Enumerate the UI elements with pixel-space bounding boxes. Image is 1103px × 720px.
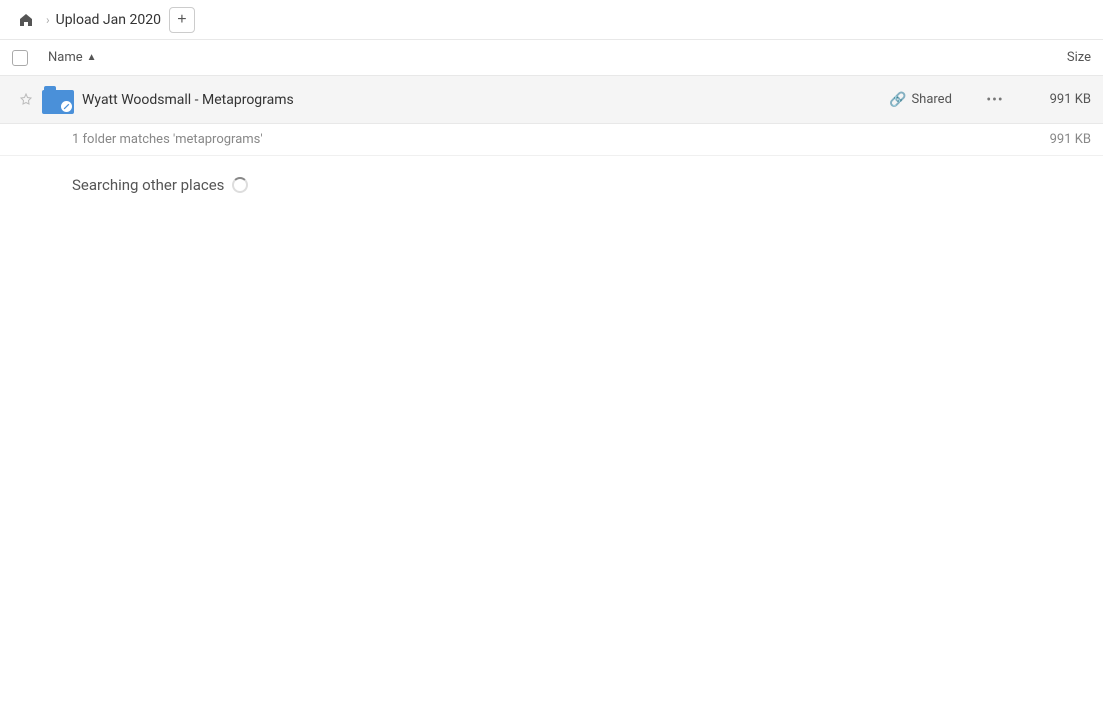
header-checkbox-col <box>12 50 48 66</box>
shared-label: Shared <box>911 92 951 107</box>
link-icon: 🔗 <box>889 92 906 108</box>
add-button[interactable]: + <box>169 7 195 33</box>
name-column-header[interactable]: Name ▲ <box>48 50 1011 65</box>
file-list-item[interactable]: Wyatt Woodsmall - Metaprograms 🔗 Shared … <box>0 76 1103 124</box>
file-name: Wyatt Woodsmall - Metaprograms <box>76 92 889 108</box>
searching-text: Searching other places <box>72 176 224 194</box>
home-icon <box>18 12 34 28</box>
pen-icon <box>63 103 70 110</box>
summary-text: 1 folder matches 'metaprograms' <box>72 132 1011 147</box>
star-icon <box>19 93 33 107</box>
home-button[interactable] <box>12 6 40 34</box>
more-options-button[interactable]: ••• <box>979 92 1011 108</box>
summary-size: 991 KB <box>1011 132 1091 147</box>
folder-icon-wrapper <box>42 86 74 114</box>
file-icon-col <box>40 86 76 114</box>
loading-spinner <box>232 177 248 193</box>
more-icon: ••• <box>986 92 1003 108</box>
star-button[interactable] <box>12 93 40 107</box>
name-column-label: Name <box>48 50 83 65</box>
pen-overlay <box>61 101 72 112</box>
sort-arrow-icon: ▲ <box>87 52 97 63</box>
size-column-header[interactable]: Size <box>1011 50 1091 65</box>
select-all-checkbox[interactable] <box>12 50 28 66</box>
shared-status: 🔗 Shared <box>889 92 979 108</box>
summary-row: 1 folder matches 'metaprograms' 991 KB <box>0 124 1103 156</box>
breadcrumb-separator: › <box>46 13 50 27</box>
searching-row: Searching other places <box>0 156 1103 214</box>
breadcrumb-bar: › Upload Jan 2020 + <box>0 0 1103 40</box>
file-size: 991 KB <box>1011 92 1091 107</box>
folder-body <box>42 90 74 114</box>
breadcrumb-title: Upload Jan 2020 <box>56 12 161 28</box>
table-header: Name ▲ Size <box>0 40 1103 76</box>
